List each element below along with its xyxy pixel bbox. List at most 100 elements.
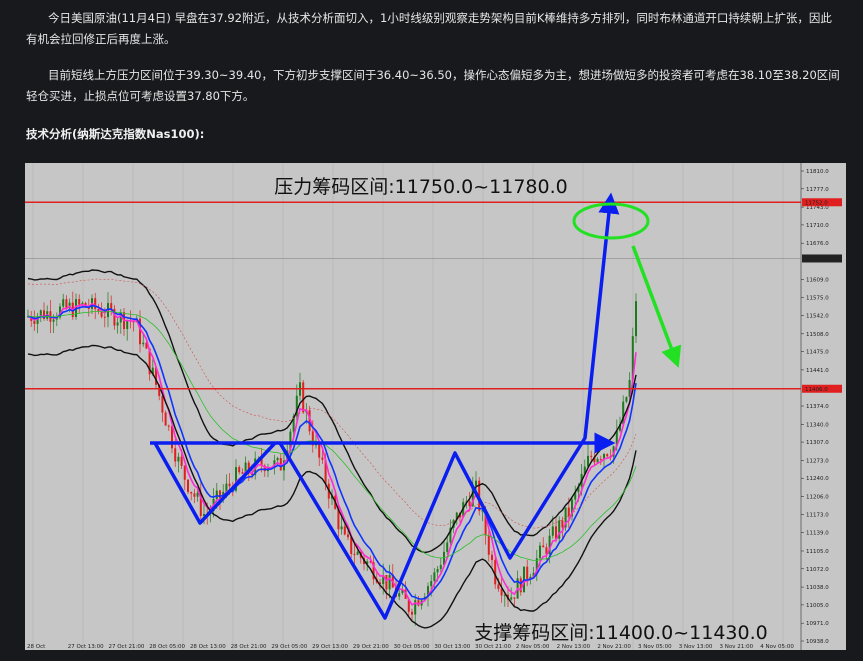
bollinger-lower-band [27, 344, 637, 629]
price-tick-label: 11374.0 [806, 404, 829, 410]
moving-average-slow [27, 310, 637, 561]
time-tick-label: 2 Nov 05:00 [516, 644, 550, 650]
moving-average-fast [27, 302, 637, 606]
price-tick-label: 11475.0 [806, 350, 829, 356]
candle-body [590, 455, 593, 457]
candle-body [228, 483, 231, 487]
candle-body [411, 611, 413, 615]
time-tick-label: 3 Nov 05:00 [638, 644, 672, 650]
candle-body [318, 442, 321, 458]
candle-body [468, 501, 471, 507]
candle-body [430, 581, 433, 587]
chart-svg: 11810.011777.011743.011710.011676.011609… [25, 163, 842, 650]
candle-body [142, 342, 145, 345]
price-tick-label: 11173.0 [806, 512, 829, 518]
time-tick-label: 29 Oct 13:00 [312, 644, 348, 650]
candle-body [174, 448, 177, 462]
time-tick-label: 30 Oct 05:00 [394, 644, 430, 650]
candle-body [625, 397, 628, 402]
candle-body [510, 597, 513, 600]
candle-body [542, 545, 545, 548]
candle-body [78, 299, 81, 305]
nas100-chart: 11810.0 11777.0 11743.0 11710.0 11676.0 11609… [25, 163, 846, 650]
candle-body [596, 458, 599, 463]
candle-body [526, 566, 529, 579]
time-tick-label: 4 Nov 05:00 [760, 644, 794, 650]
candle-body [196, 492, 199, 497]
price-tick-label: 11206.0 [806, 495, 829, 501]
candle-body [599, 458, 602, 460]
price-tick-label: 11542.0 [806, 313, 829, 319]
candle-body [439, 564, 442, 569]
candle-body [161, 395, 164, 413]
candle-body [103, 316, 106, 318]
price-tick-label: 11072.0 [806, 567, 829, 573]
candle-body [126, 320, 129, 329]
time-tick-label: 30 Oct 21:00 [475, 644, 511, 650]
time-tick-label: 29 Oct 05:00 [271, 644, 307, 650]
price-tick-label: 11139.0 [806, 531, 829, 537]
candle-body [491, 554, 493, 560]
candle-body [276, 457, 279, 461]
candle-body [164, 412, 167, 426]
price-tick-label: 11676.0 [806, 241, 829, 247]
time-tick-label: 28 Oct 05:00 [149, 644, 185, 650]
time-tick-label: 29 Oct 21:00 [353, 644, 389, 650]
price-tick-label: 11307.0 [806, 440, 829, 446]
price-tick-label: 11441.0 [806, 368, 829, 374]
price-tick-label: 11575.0 [806, 296, 829, 302]
section-subtitle: 技术分析(纳斯达克指数Nas100): [26, 127, 205, 141]
candle-body [97, 309, 100, 312]
article-paragraph-2: 目前短线上方压力区间位于39.30~39.40，下方初步支撑区间于36.40~3… [26, 68, 840, 103]
moving-average-mid [27, 304, 637, 600]
time-tick-label: 28 Oct 13:00 [190, 644, 226, 650]
price-tick-label: 11609.0 [806, 277, 829, 283]
candle-body [183, 465, 186, 480]
candle-body [116, 322, 119, 326]
candle-body [215, 490, 218, 499]
candle-body [513, 597, 516, 599]
pullback-arrow [631, 245, 682, 368]
price-tick-label: 11710.0 [806, 223, 829, 229]
candle-body [436, 568, 439, 573]
price-tick-label: 11038.0 [806, 585, 829, 591]
candle-body [241, 472, 244, 474]
candle-body [177, 456, 180, 462]
candle-body [340, 526, 343, 530]
candle-body [62, 299, 65, 307]
candle-body [385, 575, 388, 590]
resistance-zone-label: 压力筹码区间:11750.0~11780.0 [274, 176, 567, 198]
time-tick-label: 3 Nov 13:00 [679, 644, 713, 650]
price-tick-label: 11005.0 [806, 603, 829, 609]
candle-body [347, 534, 349, 538]
candle-body [343, 526, 346, 535]
time-tick-label: 28 Oct 21:00 [231, 644, 267, 650]
candle-body [350, 537, 353, 554]
candle-body [52, 319, 55, 322]
candle-body [190, 491, 193, 494]
candle-body [398, 593, 401, 597]
candle-body [551, 526, 554, 536]
time-tick-label: 2 Nov 21:00 [597, 644, 631, 650]
resistance-price-tag: 11752.0 [805, 200, 828, 206]
price-tick-label: 11105.0 [806, 549, 829, 555]
support-price-tag: 11406.0 [805, 387, 828, 393]
time-tick-label: 27 Oct 21:00 [108, 644, 144, 650]
candle-body [539, 545, 541, 559]
candle-body [94, 298, 97, 310]
support-zone-label: 支撑筹码区间:11400.0~11430.0 [474, 622, 767, 644]
time-tick-label: 28 Oct [27, 644, 46, 650]
price-tick-label: 11777.0 [806, 187, 829, 193]
candle-body [180, 456, 183, 466]
candle-body [446, 542, 449, 552]
candle-body [587, 455, 589, 467]
candle-body [487, 535, 490, 555]
candle-body [321, 457, 324, 460]
candle-body [238, 467, 241, 473]
candle-body [65, 299, 68, 309]
candle-body [567, 507, 570, 517]
candle-body [635, 301, 637, 337]
time-tick-label: 3 Nov 21:00 [720, 644, 754, 650]
candle-body [33, 320, 36, 324]
price-tick-label: 11508.0 [806, 332, 829, 338]
